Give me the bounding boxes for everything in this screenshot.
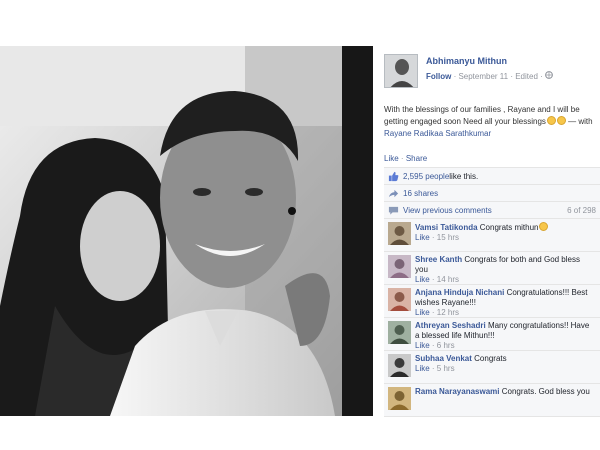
comment-body: Vamsi Tatikonda Congrats mithun Like · 1… xyxy=(415,222,595,243)
commenter-name[interactable]: Rama Narayanaswami xyxy=(415,387,500,396)
post-panel: Abhimanyu Mithun Follow · September 11 ·… xyxy=(384,46,600,450)
comment-body: Anjana Hinduja Nichani Congratulations!!… xyxy=(415,288,595,318)
comment-time: · 6 hrs xyxy=(431,341,455,350)
author-name[interactable]: Abhimanyu Mithun xyxy=(426,56,507,66)
commenter-avatar[interactable] xyxy=(388,321,411,344)
comment-like-button[interactable]: Like xyxy=(415,275,430,284)
action-separator: · xyxy=(400,154,404,163)
comment-item: Athreyan Seshadri Many congratulations!!… xyxy=(384,318,600,351)
likes-count[interactable]: 2,595 people xyxy=(403,172,449,181)
commenter-name[interactable]: Shree Kanth xyxy=(415,255,462,264)
feedback-section: 2,595 people like this. 16 shares View p… xyxy=(384,167,600,417)
commenter-avatar[interactable] xyxy=(388,288,411,311)
post-text: With the blessings of our families , Ray… xyxy=(384,104,598,140)
commenter-name[interactable]: Athreyan Seshadri xyxy=(415,321,486,330)
post-actions: Like · Share xyxy=(384,154,427,163)
avatar-image xyxy=(385,55,417,87)
smile-emoji-icon xyxy=(556,116,566,125)
commenter-avatar[interactable] xyxy=(388,222,411,245)
comment-body: Athreyan Seshadri Many congratulations!!… xyxy=(415,321,595,351)
comment-item: Anjana Hinduja Nichani Congratulations!!… xyxy=(384,285,600,318)
with-prefix: — with xyxy=(568,117,593,126)
comment-item: Shree Kanth Congrats for both and God bl… xyxy=(384,252,600,285)
commenter-avatar[interactable] xyxy=(388,354,411,377)
comment-like-button[interactable]: Like xyxy=(415,308,430,317)
comment-meta: Like · 5 hrs xyxy=(415,364,595,374)
photo-dark-edge xyxy=(342,46,373,416)
couple-photo xyxy=(0,46,342,416)
post-header: Abhimanyu Mithun Follow · September 11 ·… xyxy=(384,54,600,88)
share-icon xyxy=(388,189,399,197)
comment-time: · 12 hrs xyxy=(431,308,460,317)
commenter-avatar[interactable] xyxy=(388,387,411,410)
post-date: · September 11 · Edited · xyxy=(453,72,543,81)
comment-text: Congrats mithun xyxy=(479,223,539,232)
comment-item: Subhaa Venkat Congrats Like · 5 hrs xyxy=(384,351,600,384)
photo-illustration xyxy=(0,46,342,416)
share-post-button[interactable]: Share xyxy=(406,154,427,163)
comment-meta: Like · 6 hrs xyxy=(415,341,595,351)
comment-like-button[interactable]: Like xyxy=(415,233,430,242)
comment-count: 6 of 298 xyxy=(567,205,596,215)
like-post-button[interactable]: Like xyxy=(384,154,399,163)
avatar-image xyxy=(388,222,411,245)
comment-bubble-icon xyxy=(388,206,399,215)
avatar-image xyxy=(388,354,411,377)
comment-meta: Like · 12 hrs xyxy=(415,308,595,318)
follow-link[interactable]: Follow xyxy=(426,72,451,81)
comment-body: Shree Kanth Congrats for both and God bl… xyxy=(415,255,595,285)
post-meta: Follow · September 11 · Edited · xyxy=(426,71,553,81)
comment-body: Subhaa Venkat Congrats Like · 5 hrs xyxy=(415,354,595,374)
globe-icon xyxy=(545,71,553,79)
post-photo[interactable] xyxy=(0,46,373,416)
shares-row: 16 shares xyxy=(384,185,600,202)
thumbs-up-icon xyxy=(388,171,399,181)
shares-count[interactable]: 16 shares xyxy=(403,189,438,198)
likes-row: 2,595 people like this. xyxy=(384,168,600,185)
tagged-person[interactable]: Rayane Radikaa Sarathkumar xyxy=(384,129,491,138)
likes-suffix: like this. xyxy=(449,171,479,181)
view-previous-comments[interactable]: View previous comments xyxy=(403,206,492,215)
comment-time: · 15 hrs xyxy=(431,233,460,242)
avatar-image xyxy=(388,255,411,278)
comment-item: Vamsi Tatikonda Congrats mithun Like · 1… xyxy=(384,219,600,252)
commenter-name[interactable]: Subhaa Venkat xyxy=(415,354,472,363)
author-avatar[interactable] xyxy=(384,54,418,88)
commenter-avatar[interactable] xyxy=(388,255,411,278)
smile-emoji-icon xyxy=(539,222,549,231)
comment-text: Congrats. God bless you xyxy=(501,387,590,396)
commenter-name[interactable]: Anjana Hinduja Nichani xyxy=(415,288,504,297)
comment-like-button[interactable]: Like xyxy=(415,364,430,373)
avatar-image xyxy=(388,321,411,344)
view-previous-row: View previous comments 6 of 298 xyxy=(384,202,600,219)
commenter-name[interactable]: Vamsi Tatikonda xyxy=(415,223,478,232)
comment-item: Rama Narayanaswami Congrats. God bless y… xyxy=(384,384,600,417)
avatar-image xyxy=(388,387,411,410)
comment-body: Rama Narayanaswami Congrats. God bless y… xyxy=(415,387,595,397)
avatar-image xyxy=(388,288,411,311)
comment-text: Congrats xyxy=(474,354,507,363)
comment-like-button[interactable]: Like xyxy=(415,341,430,350)
smile-emoji-icon xyxy=(546,116,556,125)
comment-meta: Like · 15 hrs xyxy=(415,233,595,243)
comment-time: · 5 hrs xyxy=(431,364,455,373)
comment-meta: Like · 14 hrs xyxy=(415,275,595,285)
comment-time: · 14 hrs xyxy=(431,275,460,284)
